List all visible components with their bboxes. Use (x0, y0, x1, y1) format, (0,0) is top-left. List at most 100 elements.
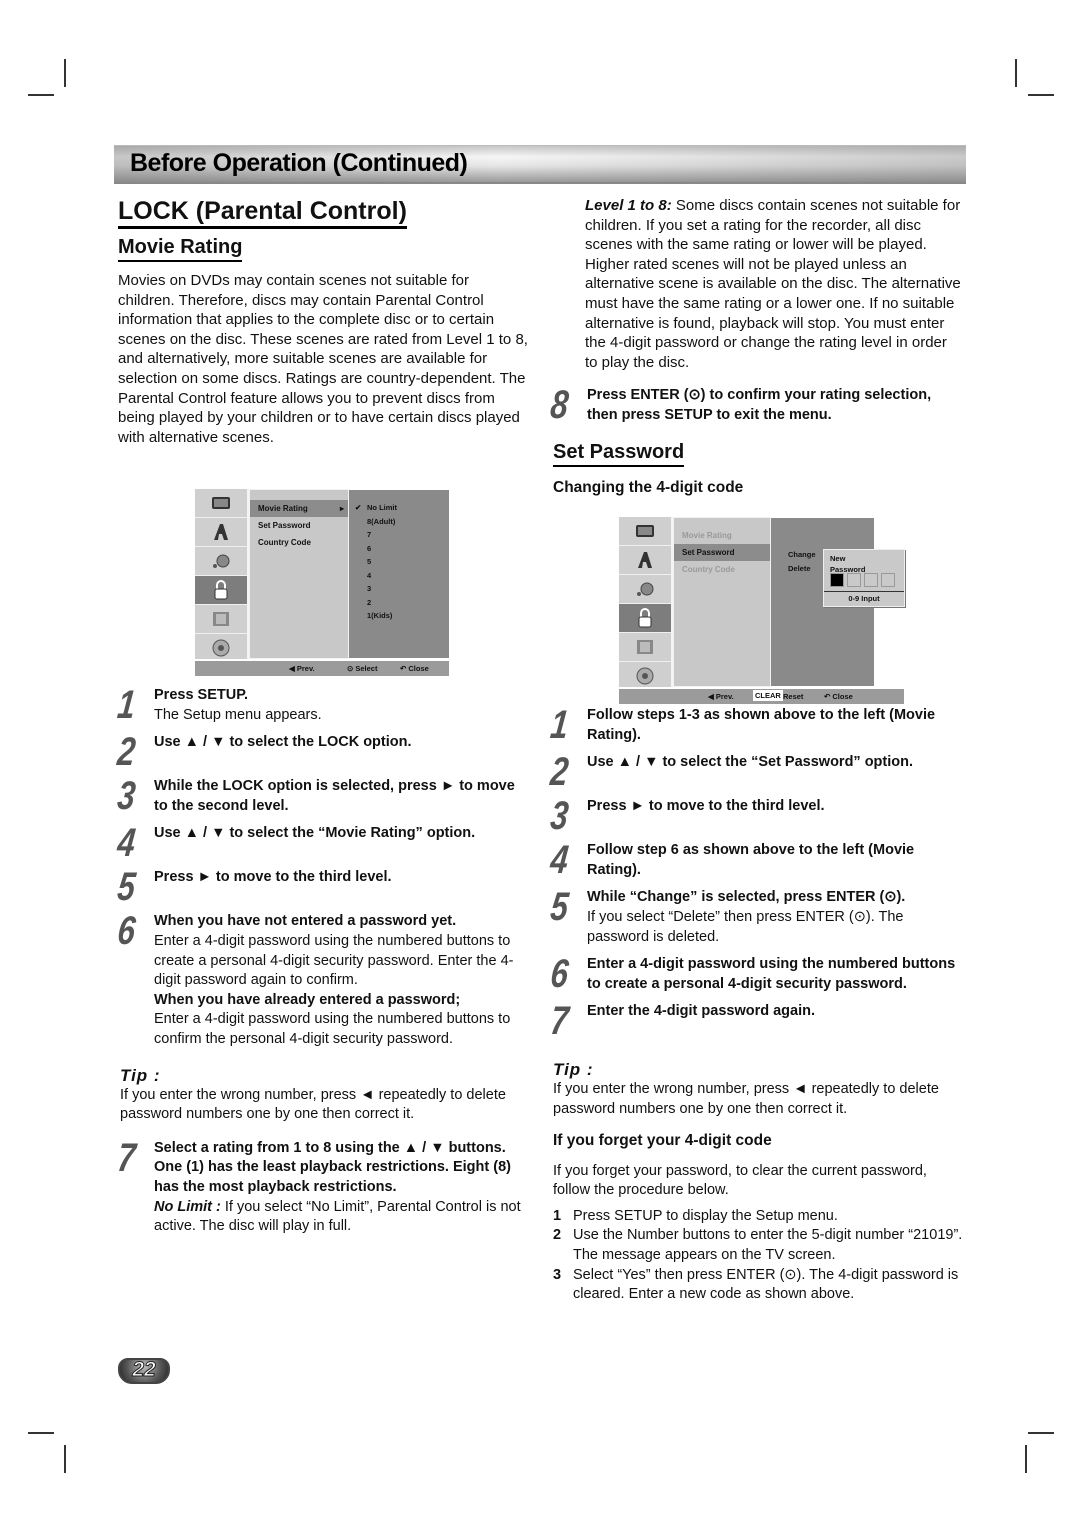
movie-rating-menu-screenshot: Movie Rating ▸ Set Password Country Code … (195, 489, 449, 676)
step-title: When you have not entered a password yet… (154, 913, 457, 930)
menu-item-movie-rating[interactable]: Movie Rating ▸ (250, 500, 348, 517)
close-hint: ↶ Close (400, 664, 429, 673)
menu-item-country-code[interactable]: Country Code (250, 534, 348, 551)
step-title: Press ► to move to the third level. (154, 869, 392, 886)
right-step-8: 8 Press ENTER (⊙) to confirm your rating… (548, 383, 963, 427)
forget-step: 2 Use the Number buttons to enter the 5-d… (553, 1226, 965, 1265)
step-3: 3 While the LOCK option is selected, pres… (115, 774, 532, 818)
step-number: 6 (115, 909, 138, 954)
select-hint: ⊙ Select (347, 664, 378, 673)
page-title: LOCK (Parental Control) (118, 196, 407, 229)
forget-step-note: The message appears on the TV screen. (573, 1246, 836, 1263)
film-icon (195, 605, 247, 634)
step-body: If you select “Delete” then press ENTER … (587, 908, 904, 945)
step-title: While “Change” is selected, press ENTER … (587, 889, 906, 906)
menu-item-movie-rating[interactable]: Movie Rating (674, 527, 770, 544)
menu-item-set-password[interactable]: Set Password (250, 517, 348, 534)
rating-option[interactable]: 1(Kids) (367, 609, 449, 623)
step-number: 5 (548, 885, 571, 930)
step-body: The Setup menu appears. (154, 706, 322, 723)
step-number: 6 (548, 952, 571, 997)
section-banner: Before Operation (Continued) (114, 145, 966, 184)
forget-step-number: 2 (553, 1227, 562, 1244)
step-4: 4 Follow step 6 as shown above to the lef… (548, 838, 965, 882)
level-paragraph: Level 1 to 8: Some discs contain scenes … (585, 197, 961, 371)
forget-code-heading: If you forget your 4-digit code (553, 1131, 772, 1149)
new-password-popup: New Password 0-9 Input (823, 549, 905, 607)
step-title: Press SETUP. (154, 687, 249, 703)
step-5: 5 While “Change” is selected, press ENTER… (548, 885, 965, 947)
step-3: 3 Press ► to move to the third level. (548, 794, 965, 838)
step-number: 3 (548, 794, 571, 839)
step-2: 2 Use ▲ / ▼ to select the LOCK option. (115, 730, 532, 774)
menu-item-set-password[interactable]: Set Password (674, 544, 770, 561)
password-digit-box (847, 573, 861, 587)
tip-heading: Tip : (120, 1065, 161, 1085)
rating-option[interactable]: 8(Adult) (367, 515, 449, 529)
step-number: 1 (548, 703, 571, 747)
password-digit-boxes[interactable] (830, 573, 898, 592)
step-6: 6 When you have not entered a password ye… (115, 909, 532, 1049)
rating-option[interactable]: 4 (367, 569, 449, 583)
tv-icon (619, 517, 671, 546)
forget-step-number: 1 (553, 1207, 562, 1224)
step-title: When you have already entered a password… (154, 991, 461, 1008)
forget-step-number: 3 (553, 1266, 562, 1283)
intro-paragraph: Movies on DVDs may contain scenes not su… (118, 272, 528, 446)
tip-text: If you enter the wrong number, press ◄ r… (553, 1081, 939, 1117)
crop-mark (64, 1445, 66, 1473)
forget-step-text: Select “Yes” then press ENTER (⊙). The 4… (573, 1266, 959, 1303)
rating-option[interactable]: 5 (367, 555, 449, 569)
forget-step: 3 Select “Yes” then press ENTER (⊙). The … (553, 1266, 965, 1305)
forget-step: 1 Press SETUP to display the Setup menu. (553, 1207, 965, 1227)
step-title: Use ▲ / ▼ to select the “Movie Rating” o… (154, 825, 476, 842)
menu-item-country-code[interactable]: Country Code (674, 561, 770, 578)
step-8: 8 Press ENTER (⊙) to confirm your rating… (548, 383, 932, 427)
menu-footer-bar: ◀ Prev. CLEAR Reset ↶ Close (619, 689, 904, 704)
step-title: Use ▲ / ▼ to select the LOCK option. (154, 734, 412, 751)
forget-step-text: Press SETUP to display the Setup menu. (573, 1207, 838, 1224)
rating-option[interactable]: ✔ No Limit (355, 501, 449, 515)
rating-option[interactable]: 2 (367, 596, 449, 610)
forget-procedure-list: 1 Press SETUP to display the Setup menu. 2… (553, 1207, 965, 1305)
rating-option[interactable]: 7 (367, 528, 449, 542)
disc-icon (195, 634, 247, 662)
crop-mark (28, 94, 54, 96)
step-number: 2 (115, 730, 138, 775)
step-6: 6 Enter a 4-digit password using the numb… (548, 952, 965, 996)
popup-title: New Password (830, 554, 866, 574)
step-number: 3 (115, 774, 138, 819)
audio-icon (619, 575, 671, 604)
menu-second-level: Movie Rating ▸ Set Password Country Code (249, 489, 349, 659)
step-4: 4 Use ▲ / ▼ to select the “Movie Rating” … (115, 821, 532, 865)
crop-mark (1025, 1445, 1027, 1473)
step-body: Enter a 4-digit password using the numbe… (154, 1011, 511, 1047)
language-icon (195, 518, 247, 547)
checkmark-icon: ✔ (355, 503, 362, 512)
password-digit-box (881, 573, 895, 587)
crop-mark (64, 59, 66, 87)
forget-intro: If you forget your password, to clear th… (553, 1162, 927, 1199)
film-icon (619, 633, 671, 662)
rating-option[interactable]: 3 (367, 582, 449, 596)
step-7: 7 Enter the 4-digit password again. (548, 999, 965, 1043)
password-digit-box (864, 573, 878, 587)
menu-icon-column (195, 489, 249, 659)
step-2: 2 Use ▲ / ▼ to select the “Set Password” … (548, 750, 965, 794)
subsection-changing-code: Changing the 4-digit code (553, 479, 744, 496)
prev-hint: ◀ Prev. (708, 692, 734, 701)
lock-icon (195, 576, 247, 605)
step-5: 5 Press ► to move to the third level. (115, 865, 532, 909)
left-steps: 1 Press SETUP. The Setup menu appears. 2 Use… (115, 683, 532, 1237)
lock-icon (619, 604, 671, 633)
step-title: While the LOCK option is selected, press… (154, 778, 515, 814)
right-steps: 1 Follow steps 1-3 as shown above to the … (548, 703, 965, 1305)
step-title: Select a rating from 1 to 8 using the ▲ … (154, 1139, 511, 1195)
set-password-headings: Set Password Changing the 4-digit code (553, 440, 963, 497)
step-number: 7 (548, 999, 571, 1044)
rating-option[interactable]: 6 (367, 542, 449, 556)
banner-title: Before Operation (Continued) (130, 149, 468, 177)
tv-icon (195, 489, 247, 518)
tip-text: If you enter the wrong number, press ◄ r… (120, 1086, 506, 1123)
clear-key: CLEAR (753, 690, 783, 701)
